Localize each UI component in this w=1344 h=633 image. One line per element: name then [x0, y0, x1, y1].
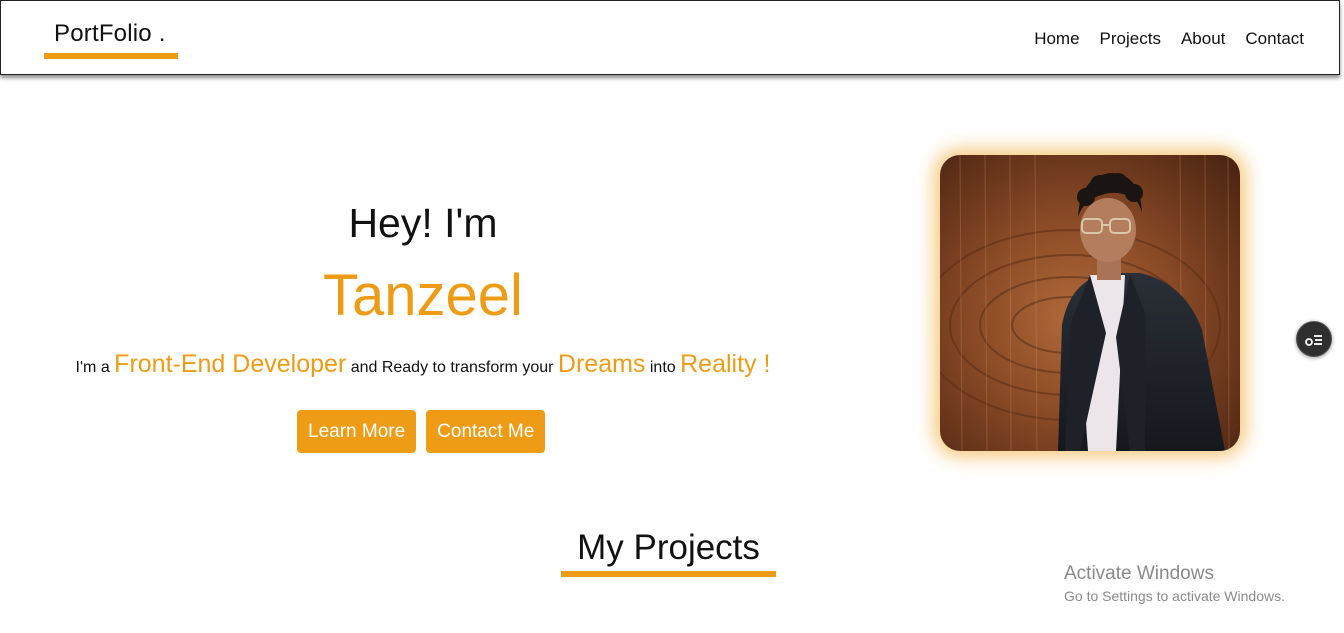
- windows-activation-watermark: Activate Windows Go to Settings to activ…: [1064, 563, 1285, 604]
- hero-tagline: I'm a Front-End Developer and Ready to t…: [0, 350, 846, 379]
- contact-me-button[interactable]: Contact Me: [426, 410, 546, 453]
- nav-links: Home Projects About Contact: [1034, 29, 1304, 49]
- hero-name: Tanzeel: [323, 263, 523, 328]
- tagline-text-3: into: [649, 359, 676, 376]
- watermark-title: Activate Windows: [1064, 563, 1214, 584]
- hero-buttons: Learn More Contact Me: [297, 410, 546, 453]
- nav-link-home[interactable]: Home: [1034, 29, 1079, 49]
- learn-more-button[interactable]: Learn More: [297, 410, 417, 453]
- logo-underline: [44, 53, 178, 59]
- tagline-highlight-reality: Reality !: [680, 350, 771, 378]
- nav-link-projects[interactable]: Projects: [1100, 29, 1161, 49]
- tagline-text-2: and Ready to transform your: [350, 359, 554, 376]
- tagline-highlight-dreams: Dreams: [557, 350, 646, 378]
- nav-link-contact[interactable]: Contact: [1245, 29, 1304, 49]
- profile-photo: [940, 155, 1240, 451]
- tagline-highlight-role: Front-End Developer: [114, 350, 347, 378]
- profile-photo-image: [940, 155, 1240, 451]
- nav-link-about[interactable]: About: [1181, 29, 1225, 49]
- tagline-text-1: I'm a: [75, 359, 110, 376]
- navbar: PortFolio . Home Projects About Contact: [0, 0, 1340, 75]
- projects-heading-underline: [561, 571, 776, 577]
- projects-heading: My Projects: [577, 528, 760, 567]
- settings-list-icon: [1305, 335, 1322, 346]
- logo[interactable]: PortFolio .: [54, 20, 166, 48]
- hero-greeting: Hey! I'm: [348, 200, 498, 246]
- floating-widget-button[interactable]: [1296, 321, 1332, 357]
- watermark-subtitle: Go to Settings to activate Windows.: [1064, 588, 1285, 604]
